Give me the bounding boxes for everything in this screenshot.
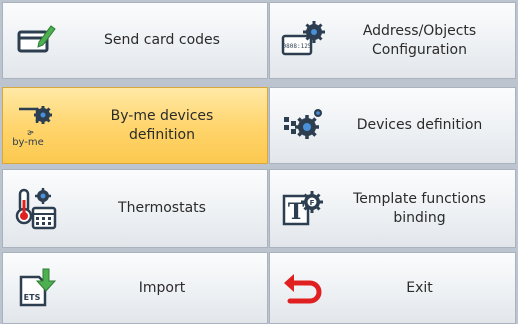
address-objects-configuration-label: Address/Objects Configuration (362, 22, 477, 58)
send-card-codes-label: Send card codes (104, 32, 220, 48)
main-menu-grid: Send card codes 0808:125 Address/Objects… (0, 0, 518, 324)
byme-devices-definition-button[interactable]: ɚ by-me By-me devices definition (2, 87, 268, 164)
thermostats-label: Thermostats (118, 200, 206, 216)
thermostats-button[interactable]: Thermostats (2, 169, 268, 248)
address-icon-text: 0808:125 (283, 43, 312, 50)
devices-definition-button[interactable]: Devices definition (269, 87, 516, 164)
devices-gear-icon (280, 103, 326, 149)
byme-icon-text: by-me (13, 137, 44, 148)
svg-text:F: F (310, 199, 315, 207)
byme-gear-icon: ɚ by-me (13, 103, 59, 149)
template-functions-binding-label: Template functions binding (353, 190, 486, 226)
import-label: Import (138, 279, 186, 296)
exit-label: Exit (406, 279, 433, 296)
byme-devices-definition-label: By-me devices definition (110, 107, 214, 143)
devices-definition-label: Devices definition (356, 117, 483, 133)
send-card-codes-button[interactable]: Send card codes (2, 2, 268, 79)
exit-arrow-icon (280, 265, 326, 311)
import-button[interactable]: ETS Import (2, 252, 268, 324)
address-gear-icon: 0808:125 (280, 18, 326, 64)
svg-text:ɚ: ɚ (27, 128, 34, 137)
thermometer-calendar-icon (13, 186, 59, 232)
exit-button[interactable]: Exit (269, 252, 516, 324)
template-functions-binding-button[interactable]: T F Template functions binding (269, 169, 516, 248)
address-objects-configuration-button[interactable]: 0808:125 Address/Objects Configuration (269, 2, 516, 79)
ets-import-icon: ETS (13, 265, 59, 311)
template-gear-icon: T F (280, 186, 326, 232)
card-pen-icon (13, 18, 59, 64)
ets-icon-text: ETS (24, 293, 41, 302)
